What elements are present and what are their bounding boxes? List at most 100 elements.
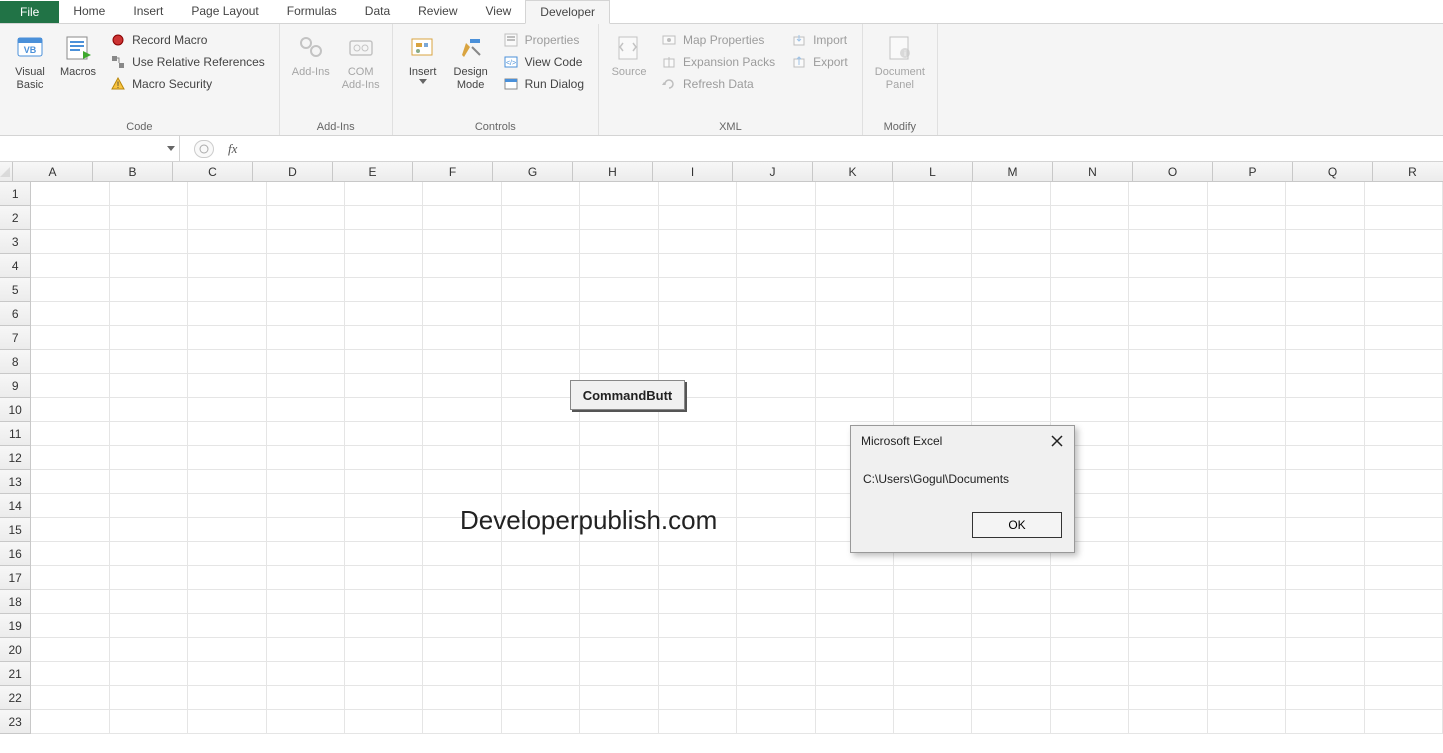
cell[interactable]: [1286, 542, 1364, 566]
cell[interactable]: [345, 230, 423, 254]
cell[interactable]: [188, 206, 266, 230]
cell[interactable]: [345, 638, 423, 662]
tab-file[interactable]: File: [0, 1, 59, 23]
cell[interactable]: [31, 374, 109, 398]
cell[interactable]: [267, 302, 345, 326]
cell[interactable]: [345, 302, 423, 326]
column-header[interactable]: K: [813, 162, 893, 181]
row-header[interactable]: 23: [0, 710, 31, 734]
row-header[interactable]: 7: [0, 326, 31, 350]
cell[interactable]: [1365, 182, 1443, 206]
cell[interactable]: [1286, 350, 1364, 374]
cell[interactable]: [423, 206, 501, 230]
cell[interactable]: [423, 326, 501, 350]
activex-command-button[interactable]: CommandButt: [570, 380, 685, 410]
cell[interactable]: [1051, 302, 1129, 326]
cell[interactable]: [1208, 446, 1286, 470]
cell[interactable]: [580, 206, 658, 230]
cell[interactable]: [502, 566, 580, 590]
cell[interactable]: [1365, 206, 1443, 230]
cell[interactable]: [1129, 398, 1207, 422]
tab-review[interactable]: Review: [404, 0, 471, 23]
cell[interactable]: [1129, 206, 1207, 230]
cell[interactable]: [110, 422, 188, 446]
cell[interactable]: [31, 326, 109, 350]
cell[interactable]: [972, 374, 1050, 398]
cell[interactable]: [345, 494, 423, 518]
cell[interactable]: [659, 710, 737, 734]
cell[interactable]: [1129, 182, 1207, 206]
cell[interactable]: [580, 542, 658, 566]
cell[interactable]: [188, 662, 266, 686]
cell[interactable]: [345, 710, 423, 734]
cell[interactable]: [110, 518, 188, 542]
cell[interactable]: [1208, 518, 1286, 542]
cell[interactable]: [267, 638, 345, 662]
cell[interactable]: [1365, 542, 1443, 566]
cell[interactable]: [816, 566, 894, 590]
cell[interactable]: [267, 470, 345, 494]
cell[interactable]: [1286, 398, 1364, 422]
cell[interactable]: [110, 494, 188, 518]
cell[interactable]: [1286, 494, 1364, 518]
cell[interactable]: [580, 710, 658, 734]
cell[interactable]: [110, 542, 188, 566]
cell[interactable]: [737, 518, 815, 542]
cell[interactable]: [31, 206, 109, 230]
cell[interactable]: [1129, 566, 1207, 590]
row-header[interactable]: 14: [0, 494, 31, 518]
macros-button[interactable]: Macros: [56, 28, 100, 83]
cell[interactable]: [31, 230, 109, 254]
cell[interactable]: [345, 254, 423, 278]
cell[interactable]: [345, 398, 423, 422]
cell[interactable]: [345, 422, 423, 446]
cell[interactable]: [1051, 710, 1129, 734]
cell[interactable]: [737, 254, 815, 278]
cell[interactable]: [1286, 206, 1364, 230]
cell[interactable]: [894, 638, 972, 662]
row-header[interactable]: 1: [0, 182, 31, 206]
cell[interactable]: [972, 278, 1050, 302]
cell[interactable]: [345, 662, 423, 686]
cell[interactable]: [1051, 662, 1129, 686]
cell[interactable]: [1208, 182, 1286, 206]
cell[interactable]: [31, 638, 109, 662]
cell[interactable]: [1286, 638, 1364, 662]
row-header[interactable]: 2: [0, 206, 31, 230]
cell[interactable]: [423, 470, 501, 494]
cell[interactable]: [110, 446, 188, 470]
cell[interactable]: [1051, 398, 1129, 422]
cell[interactable]: [659, 470, 737, 494]
cell[interactable]: [188, 470, 266, 494]
cell[interactable]: [502, 470, 580, 494]
row-header[interactable]: 19: [0, 614, 31, 638]
cell[interactable]: [1365, 326, 1443, 350]
cell[interactable]: [1208, 398, 1286, 422]
cell[interactable]: [345, 374, 423, 398]
import-button[interactable]: Import: [787, 30, 852, 50]
cell[interactable]: [737, 278, 815, 302]
cell[interactable]: [894, 254, 972, 278]
cell[interactable]: [972, 614, 1050, 638]
cell[interactable]: [1051, 614, 1129, 638]
cell[interactable]: [188, 494, 266, 518]
cell[interactable]: [188, 518, 266, 542]
cell[interactable]: [1365, 446, 1443, 470]
cell[interactable]: [1286, 278, 1364, 302]
cell[interactable]: [816, 230, 894, 254]
cell[interactable]: [423, 566, 501, 590]
cell[interactable]: [580, 470, 658, 494]
column-header[interactable]: L: [893, 162, 973, 181]
cell[interactable]: [580, 278, 658, 302]
cell[interactable]: [1365, 374, 1443, 398]
cell[interactable]: [737, 686, 815, 710]
cell[interactable]: [894, 710, 972, 734]
column-header[interactable]: J: [733, 162, 813, 181]
cell[interactable]: [580, 254, 658, 278]
cell[interactable]: [1365, 590, 1443, 614]
cell[interactable]: [580, 302, 658, 326]
cell[interactable]: [580, 686, 658, 710]
cell[interactable]: [580, 182, 658, 206]
cell[interactable]: [1286, 518, 1364, 542]
macro-security-button[interactable]: ! Macro Security: [106, 74, 269, 94]
